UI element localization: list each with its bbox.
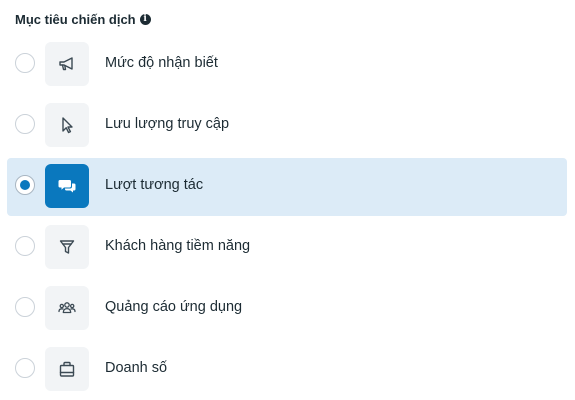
people-icon: [45, 286, 89, 330]
radio-button[interactable]: [15, 236, 35, 256]
shopping-bag-icon: [45, 347, 89, 391]
megaphone-icon: [45, 42, 89, 86]
objective-option-sales[interactable]: Doanh số: [7, 341, 567, 399]
radio-button[interactable]: [15, 53, 35, 73]
radio-button-checked[interactable]: [15, 175, 35, 195]
section-title: Mục tiêu chiến dịch: [15, 12, 136, 27]
objective-option-engagement[interactable]: Lượt tương tác: [7, 158, 567, 216]
option-label: Mức độ nhận biết: [105, 55, 218, 71]
section-header: Mục tiêu chiến dịch i: [15, 12, 151, 27]
radio-button[interactable]: [15, 297, 35, 317]
cursor-icon: [45, 103, 89, 147]
option-label: Khách hàng tiềm năng: [105, 238, 251, 254]
objective-option-traffic[interactable]: Lưu lượng truy cập: [7, 97, 567, 155]
filter-icon: [45, 225, 89, 269]
option-label: Quảng cáo ứng dụng: [105, 299, 243, 315]
info-icon[interactable]: i: [139, 14, 151, 25]
option-label: Lượt tương tác: [105, 177, 204, 193]
objective-option-leads[interactable]: Khách hàng tiềm năng: [7, 219, 567, 277]
objective-option-awareness[interactable]: Mức độ nhận biết: [7, 36, 567, 94]
chat-bubbles-icon: [45, 164, 89, 208]
option-label: Lưu lượng truy cập: [105, 116, 230, 132]
objective-option-app-promotion[interactable]: Quảng cáo ứng dụng: [7, 280, 567, 338]
radio-button[interactable]: [15, 358, 35, 378]
radio-button[interactable]: [15, 114, 35, 134]
option-label: Doanh số: [105, 360, 168, 376]
